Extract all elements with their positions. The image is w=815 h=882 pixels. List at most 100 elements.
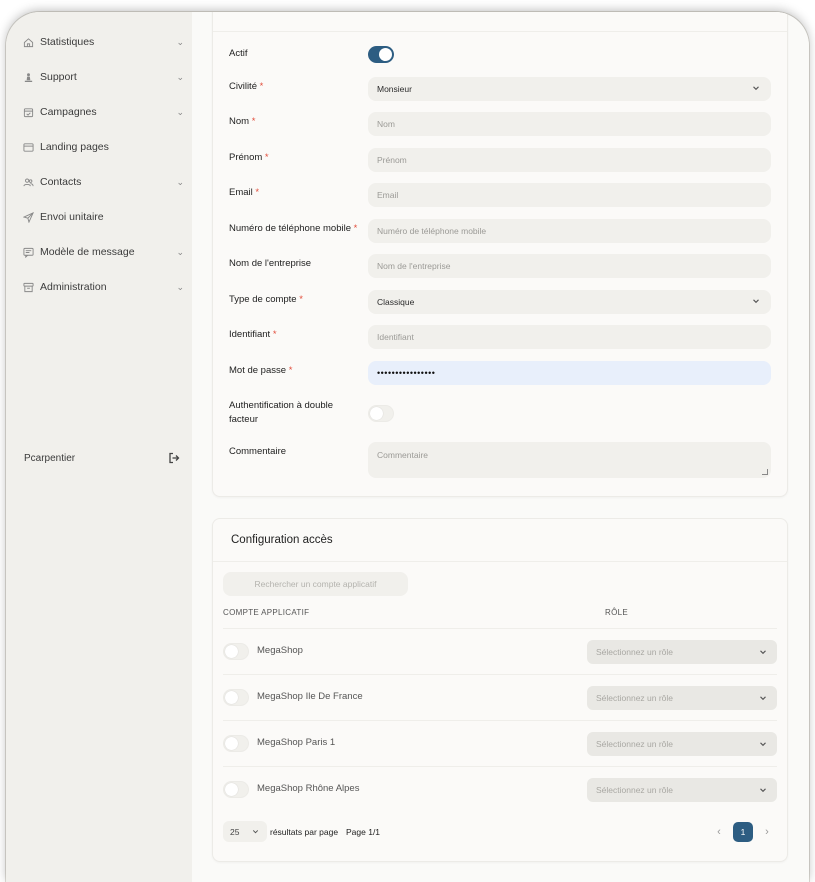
identifiant-input[interactable]: Identifiant (368, 325, 771, 349)
actif-toggle[interactable] (368, 46, 394, 63)
send-icon (22, 211, 34, 223)
app-window: Statistiques ⌄ Support ⌄ Campagnes ⌄ Lan… (6, 12, 809, 882)
chevron-down-icon: ⌄ (176, 176, 184, 187)
prenom-input[interactable]: Prénom (368, 148, 771, 172)
chevron-down-icon: ⌄ (176, 246, 184, 257)
label-text: Numéro de téléphone mobile (229, 223, 351, 234)
placeholder: Prénom (377, 155, 407, 165)
chevron-down-icon (758, 647, 768, 657)
card-divider (213, 31, 787, 32)
required-marker: * (299, 294, 303, 305)
sidebar-item-modele-de-message[interactable]: Modèle de message ⌄ (16, 240, 184, 264)
sidebar-item-campagnes[interactable]: Campagnes ⌄ (16, 100, 184, 124)
type-compte-select[interactable]: Classique (368, 290, 771, 314)
sidebar-item-support[interactable]: Support ⌄ (16, 65, 184, 89)
users-icon (22, 176, 34, 188)
entreprise-input[interactable]: Nom de l'entreprise (368, 254, 771, 278)
app-toggle[interactable] (223, 781, 249, 798)
label-text-line2: facteur (229, 414, 259, 425)
sidebar-item-statistiques[interactable]: Statistiques ⌄ (16, 30, 184, 54)
label-text: Civilité (229, 81, 257, 92)
required-marker: * (264, 152, 269, 163)
role-select[interactable]: Sélectionnez un rôle (587, 778, 777, 802)
sidebar-item-label: Administration (40, 281, 107, 293)
row-divider (223, 766, 777, 767)
page-size-select[interactable]: 25 (223, 821, 267, 842)
search-account-button[interactable]: Rechercher un compte applicatif (223, 572, 408, 596)
password-input[interactable]: •••••••••••••••• (368, 361, 771, 385)
placeholder: Commentaire (377, 450, 429, 460)
sidebar-item-label: Modèle de message (40, 246, 135, 258)
chevron-down-icon: ⌄ (176, 106, 184, 117)
app-name: MegaShop Paris 1 (257, 737, 336, 748)
required-marker: * (251, 116, 256, 127)
placeholder: Nom (377, 119, 395, 129)
double-facteur-toggle[interactable] (368, 405, 394, 422)
commentaire-textarea[interactable]: Commentaire (368, 442, 771, 478)
label-text: Nom de l'entreprise (229, 258, 312, 269)
select-value: Monsieur (377, 84, 412, 94)
chevron-down-icon (751, 83, 761, 93)
app-name: MegaShop (257, 645, 303, 656)
home-icon (22, 36, 34, 48)
sidebar-item-label: Envoi unitaire (40, 211, 104, 223)
card-divider (213, 561, 787, 562)
access-config-card: Configuration accès Rechercher un compte… (212, 518, 788, 862)
sidebar-item-label: Support (40, 71, 77, 83)
placeholder: Identifiant (377, 332, 414, 342)
chevron-left-icon[interactable]: ‹ (710, 823, 728, 841)
select-value: Classique (377, 297, 415, 307)
role-select[interactable]: Sélectionnez un rôle (587, 686, 777, 710)
sidebar-item-landing-pages[interactable]: Landing pages (16, 135, 184, 159)
chevron-down-icon (758, 785, 768, 795)
window-icon (22, 141, 34, 153)
page-size-value: 25 (230, 826, 240, 837)
role-select[interactable]: Sélectionnez un rôle (587, 640, 777, 664)
label-text: Nom (229, 116, 250, 127)
identifiant-label: Identifiant * (229, 328, 277, 342)
civilite-label: Civilité * (229, 80, 263, 94)
sidebar-item-label: Campagnes (40, 106, 97, 118)
required-marker: * (259, 81, 264, 92)
actif-label: Actif (229, 47, 247, 61)
civilite-select[interactable]: Monsieur (368, 77, 771, 101)
chevron-down-icon: ⌄ (176, 71, 184, 82)
sidebar-item-envoi-unitaire[interactable]: Envoi unitaire (16, 205, 184, 229)
logout-icon[interactable] (168, 452, 180, 464)
chevron-right-icon[interactable]: › (758, 823, 776, 841)
select-placeholder: Sélectionnez un rôle (596, 693, 674, 703)
app-name: MegaShop Ile De France (257, 691, 363, 702)
double-facteur-label: Authentification à double facteur (229, 399, 333, 427)
user-form-card: Actif Civilité * Monsieur Nom * Nom Prén… (212, 12, 788, 497)
page-button-current[interactable]: 1 (733, 822, 753, 842)
placeholder: Email (377, 190, 399, 200)
app-name: MegaShop Rhône Alpes (257, 783, 360, 794)
role-select[interactable]: Sélectionnez un rôle (587, 732, 777, 756)
email-label: Email * (229, 186, 259, 200)
label-text: Mot de passe (229, 365, 287, 376)
sidebar-item-label: Landing pages (40, 141, 109, 153)
sidebar-item-label: Statistiques (40, 36, 95, 48)
chevron-down-icon (251, 827, 260, 836)
per-page-label: résultats par page (270, 827, 339, 837)
app-toggle[interactable] (223, 643, 249, 660)
nom-input[interactable]: Nom (368, 112, 771, 136)
row-divider (223, 720, 777, 721)
message-template-icon (22, 246, 34, 258)
sidebar-item-administration[interactable]: Administration ⌄ (16, 275, 184, 299)
chevron-down-icon (751, 296, 761, 306)
app-toggle[interactable] (223, 735, 249, 752)
email-input[interactable]: Email (368, 183, 771, 207)
nom-label: Nom * (229, 115, 255, 129)
sidebar-item-label: Contacts (40, 176, 82, 188)
select-placeholder: Sélectionnez un rôle (596, 785, 674, 795)
required-marker: * (272, 329, 277, 340)
app-toggle[interactable] (223, 689, 249, 706)
row-divider (223, 674, 777, 675)
label-text: Email (229, 187, 253, 198)
required-marker: * (288, 365, 293, 376)
mobile-input[interactable]: Numéro de téléphone mobile (368, 219, 771, 243)
resize-handle[interactable] (762, 469, 768, 475)
select-placeholder: Sélectionnez un rôle (596, 647, 674, 657)
sidebar-item-contacts[interactable]: Contacts ⌄ (16, 170, 184, 194)
